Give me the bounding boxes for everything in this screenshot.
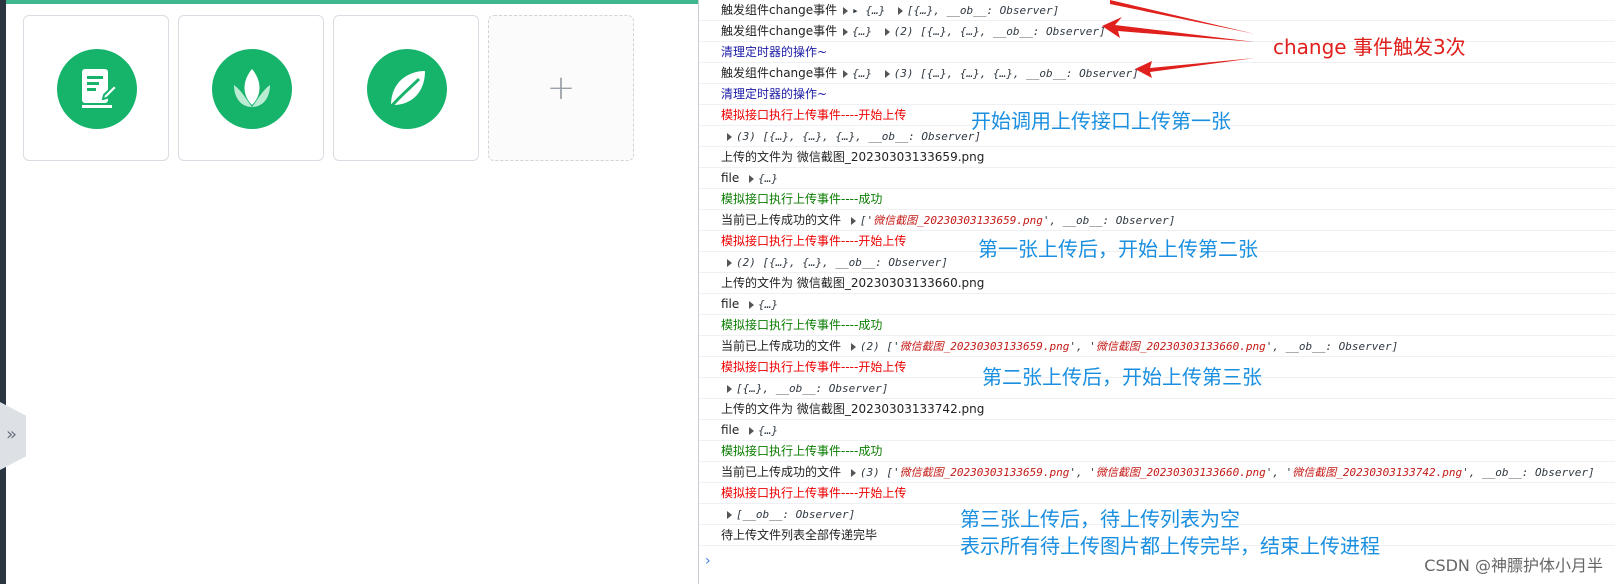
arrow-2 — [1102, 17, 1255, 42]
annotation-arrows — [1102, 0, 1255, 78]
annotation-empty-1: 第三张上传后，待上传列表为空 — [960, 507, 1240, 531]
annotation-empty-2: 表示所有待上传图片都上传完毕，结束上传进程 — [960, 534, 1380, 558]
annotation-change: change 事件触发3次 — [1273, 35, 1466, 59]
annotation-first: 开始调用上传接口上传第一张 — [971, 109, 1231, 133]
annotation-second: 第一张上传后，开始上传第二张 — [978, 237, 1258, 261]
annotation-third: 第二张上传后，开始上传第三张 — [982, 365, 1262, 389]
arrow-3 — [1135, 58, 1255, 78]
watermark: CSDN @神膘护体小月半 — [1424, 556, 1603, 575]
